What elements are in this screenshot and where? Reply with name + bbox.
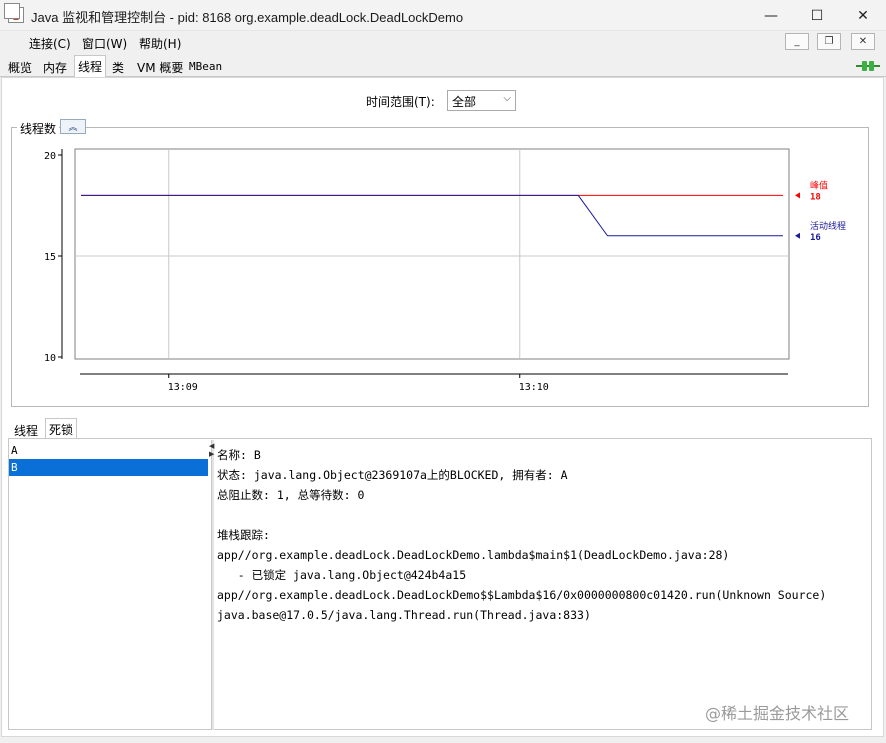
tab-classes[interactable]: 类 (109, 57, 127, 77)
thread-detail-text: 名称: B 状态: java.lang.Object@2369107a上的BLOC… (217, 445, 826, 625)
java-window-icon[interactable] (4, 3, 20, 19)
stack-frame: app//org.example.deadLock.DeadLockDemo.l… (217, 548, 730, 562)
legend-label: 峰值 (810, 179, 828, 191)
stack-frame: java.base@17.0.5/java.lang.Thread.run(Th… (217, 608, 591, 622)
bottom-tab-threads[interactable]: 线程 (11, 420, 41, 439)
watermark: @稀土掘金技术社区 (705, 704, 850, 723)
thread-counts-line: 总阻止数: 1, 总等待数: 0 (217, 488, 365, 502)
x-tick-label: 13:09 (168, 382, 198, 393)
legend-value: 16 (810, 233, 821, 243)
legend-marker (795, 232, 800, 239)
tab-mbean[interactable]: MBean (186, 58, 225, 78)
split-pane-divider[interactable] (211, 440, 214, 730)
connection-plug-icon[interactable] (856, 60, 880, 72)
chevron-down-icon: ⌵ (503, 93, 511, 104)
close-button[interactable]: ✕ (840, 0, 886, 31)
time-range-value: 全部 (452, 95, 477, 109)
list-item[interactable]: B (9, 459, 208, 476)
deadlock-thread-list[interactable]: A B (9, 442, 208, 476)
thread-name-line: 名称: B (217, 448, 261, 462)
time-range-select[interactable]: 全部 ⌵ (447, 90, 516, 111)
chart-legend: 峰值18 活动线程16 (795, 179, 846, 243)
list-item[interactable]: A (9, 442, 208, 459)
tab-memory[interactable]: 内存 (40, 57, 70, 77)
menu-window[interactable]: 窗口(W) (82, 35, 127, 52)
y-tick-label: 15 (44, 252, 56, 263)
menu-help[interactable]: 帮助(H) (139, 35, 181, 52)
tab-bar (0, 55, 886, 77)
mdi-restore-button[interactable]: ❐ (817, 33, 841, 50)
thread-count-chart: 20 15 10 13:09 13:10 峰值18 活动线程16 (44, 148, 846, 393)
legend-label: 活动线程 (810, 220, 846, 232)
splitter-arrows-icon[interactable]: ◀ ▶ (209, 442, 214, 458)
menu-connection[interactable]: 连接(C) (29, 35, 71, 52)
thread-state-line: 状态: java.lang.Object@2369107a上的BLOCKED, … (217, 468, 568, 482)
tab-threads[interactable]: 线程 (74, 55, 107, 78)
time-range-label: 时间范围(T): (366, 95, 435, 109)
bottom-tab-deadlock[interactable]: 死锁 (45, 418, 78, 439)
maximize-button[interactable]: ☐ (794, 0, 840, 31)
stack-trace-header: 堆栈跟踪: (217, 528, 270, 542)
legend-marker (795, 192, 800, 199)
plot-area (74, 148, 790, 360)
tab-overview[interactable]: 概览 (5, 57, 35, 77)
window-title: Java 监视和管理控制台 - pid: 8168 org.example.de… (31, 10, 464, 25)
legend-value: 18 (810, 192, 821, 202)
y-tick-label: 20 (44, 151, 56, 162)
y-tick-label: 10 (44, 353, 56, 364)
x-tick-label: 13:10 (519, 382, 549, 393)
mdi-close-button[interactable]: ✕ (851, 33, 875, 50)
minimize-button[interactable]: — (748, 0, 794, 31)
mdi-minimize-button[interactable]: _ (785, 33, 809, 50)
tab-vm-summary[interactable]: VM 概要 (134, 57, 186, 77)
x-ticks: 13:09 13:10 (168, 374, 549, 393)
stack-frame: app//org.example.deadLock.DeadLockDemo$$… (217, 588, 827, 602)
menu-bar (0, 31, 886, 53)
y-ticks: 20 15 10 (44, 151, 62, 364)
stack-lock-line: - 已锁定 java.lang.Object@424b4a15 (217, 568, 467, 582)
